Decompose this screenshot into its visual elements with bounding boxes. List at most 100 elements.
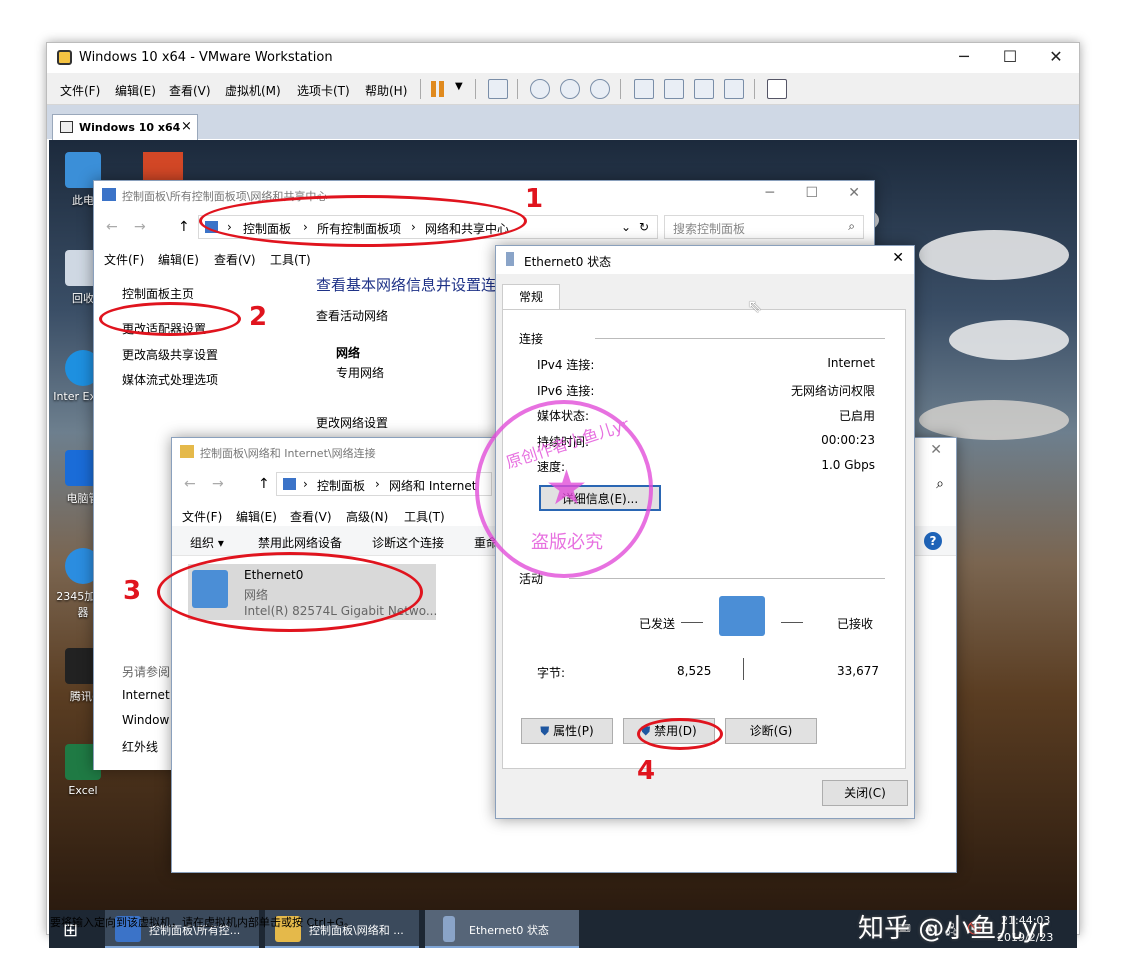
search-icon[interactable]: ⌕ bbox=[936, 476, 944, 492]
star-icon: ★ bbox=[545, 460, 589, 516]
close-icon[interactable]: ✕ bbox=[892, 250, 904, 266]
snapshot-manager-icon[interactable] bbox=[590, 79, 610, 99]
toolbar-separator bbox=[475, 79, 476, 99]
change-settings-label: 更改网络设置 bbox=[316, 416, 389, 430]
menu-help[interactable]: 帮助(H) bbox=[365, 82, 407, 99]
status-row-value: 1.0 Gbps bbox=[821, 458, 875, 472]
close-button[interactable]: 关闭(C) bbox=[822, 780, 908, 806]
close-icon[interactable]: ✕ bbox=[848, 185, 860, 201]
menu-view[interactable]: 查看(V) bbox=[169, 82, 211, 99]
search-placeholder: 搜索控制面板 bbox=[673, 222, 746, 236]
sent-label: 已发送 bbox=[639, 617, 676, 631]
up-icon[interactable]: ↑ bbox=[178, 219, 190, 235]
breadcrumb-network-internet[interactable]: 网络和 Internet bbox=[389, 477, 476, 494]
status-row-value: 已启用 bbox=[838, 409, 875, 423]
organize-button[interactable]: 组织 ▾ bbox=[190, 534, 224, 551]
chevron-down-icon[interactable]: ⌄ bbox=[621, 220, 631, 234]
vm-icon bbox=[60, 121, 73, 133]
close-icon[interactable]: ✕ bbox=[1033, 43, 1079, 73]
diagnose-button[interactable]: 诊断这个连接 bbox=[372, 534, 444, 551]
sidebar-item-advanced-sharing[interactable]: 更改高级共享设置 bbox=[122, 346, 218, 363]
annotation-number-3: 3 bbox=[123, 576, 142, 606]
console-view-icon[interactable] bbox=[634, 79, 654, 99]
tab-close-icon[interactable]: × bbox=[181, 119, 192, 134]
forward-icon[interactable]: → bbox=[212, 476, 224, 492]
see-also-infrared[interactable]: 红外线 bbox=[122, 738, 158, 755]
divider bbox=[569, 578, 885, 579]
cp-menu-view[interactable]: 查看(V) bbox=[214, 251, 256, 268]
zhihu-watermark: 知乎 @小鱼儿yr bbox=[858, 914, 1049, 944]
menu-edit[interactable]: 编辑(E) bbox=[115, 82, 156, 99]
revert-snapshot-icon[interactable] bbox=[560, 79, 580, 99]
unity-icon[interactable] bbox=[724, 79, 744, 99]
nc-menu-view[interactable]: 查看(V) bbox=[290, 508, 332, 525]
sidebar-item-home[interactable]: 控制面板主页 bbox=[122, 285, 194, 302]
snapshot-icon[interactable] bbox=[530, 79, 550, 99]
active-networks-label: 查看活动网络 bbox=[316, 309, 389, 323]
close-icon[interactable]: ✕ bbox=[930, 442, 942, 458]
back-icon[interactable]: ← bbox=[106, 219, 118, 235]
control-panel-icon bbox=[283, 478, 296, 490]
thumbnail-view-icon[interactable] bbox=[664, 79, 684, 99]
nc-menu-tools[interactable]: 工具(T) bbox=[404, 508, 445, 525]
status-row-label: IPv4 连接: bbox=[537, 358, 595, 372]
library-icon[interactable] bbox=[767, 79, 787, 99]
network-type: 专用网络 bbox=[336, 366, 385, 380]
divider bbox=[595, 338, 885, 339]
disable-device-button[interactable]: 禁用此网络设备 bbox=[258, 534, 342, 551]
vmware-window: Windows 10 x64 - VMware Workstation ─ ☐ … bbox=[46, 42, 1080, 948]
vmware-tab-bar: Windows 10 x64 × bbox=[47, 105, 1079, 140]
nc-menu-edit[interactable]: 编辑(E) bbox=[236, 508, 277, 525]
properties-button[interactable]: ⛊ 属性(P) bbox=[521, 718, 613, 744]
forward-icon[interactable]: → bbox=[134, 219, 146, 235]
cp-search-input[interactable]: 搜索控制面板 ⌕ bbox=[664, 215, 864, 239]
bytes-received: 33,677 bbox=[837, 664, 879, 678]
diagnose-button[interactable]: 诊断(G) bbox=[725, 718, 817, 744]
minimize-icon[interactable]: ─ bbox=[766, 185, 774, 201]
cp-menu-edit[interactable]: 编辑(E) bbox=[158, 251, 199, 268]
minimize-icon[interactable]: ─ bbox=[941, 43, 987, 73]
received-label: 已接收 bbox=[837, 617, 874, 631]
vmware-menubar: 文件(F) 编辑(E) 查看(V) 虚拟机(M) 选项卡(T) 帮助(H) ▼ bbox=[47, 73, 1079, 105]
menu-vm[interactable]: 虚拟机(M) bbox=[225, 82, 281, 99]
tab-general[interactable]: 常规 bbox=[502, 284, 560, 310]
bytes-divider bbox=[743, 658, 744, 680]
folder-icon bbox=[180, 445, 194, 458]
tab-label: Windows 10 x64 bbox=[79, 121, 181, 134]
maximize-icon[interactable]: ☐ bbox=[987, 43, 1033, 73]
ethernet-icon bbox=[506, 252, 514, 266]
annotation-number-4: 4 bbox=[637, 756, 656, 786]
send-ctrl-alt-del-icon[interactable] bbox=[488, 79, 508, 99]
fullscreen-icon[interactable] bbox=[694, 79, 714, 99]
breadcrumb-control-panel[interactable]: 控制面板 bbox=[317, 477, 365, 494]
help-icon[interactable]: ? bbox=[924, 532, 942, 550]
up-icon[interactable]: ↑ bbox=[258, 476, 270, 492]
tab-windows10[interactable]: Windows 10 x64 × bbox=[52, 114, 198, 140]
netconn-address-bar[interactable]: › 控制面板 › 网络和 Internet bbox=[276, 472, 492, 496]
cp-menu-tools[interactable]: 工具(T) bbox=[270, 251, 311, 268]
search-icon[interactable]: ⌕ bbox=[848, 219, 855, 234]
status-row-value: Internet bbox=[827, 356, 875, 370]
menu-tabs[interactable]: 选项卡(T) bbox=[297, 82, 350, 99]
toolbar-separator bbox=[517, 79, 518, 99]
menu-file[interactable]: 文件(F) bbox=[60, 82, 100, 99]
back-icon[interactable]: ← bbox=[184, 476, 196, 492]
cloud bbox=[949, 320, 1069, 360]
pause-icon-bar bbox=[439, 81, 444, 97]
cloud bbox=[919, 400, 1069, 440]
maximize-icon[interactable]: ☐ bbox=[805, 185, 818, 201]
guest-desktop[interactable]: 此电 回收 Inter Explo 电脑管 2345加 览器 腾讯( Excel… bbox=[49, 140, 1077, 910]
cp-menu-file[interactable]: 文件(F) bbox=[104, 251, 144, 268]
annotation-number-1: 1 bbox=[525, 184, 544, 214]
nc-menu-advanced[interactable]: 高级(N) bbox=[346, 508, 388, 525]
refresh-icon[interactable]: ↻ bbox=[639, 220, 649, 234]
annotation-ellipse-4 bbox=[637, 718, 723, 750]
network-activity-icon bbox=[719, 596, 765, 636]
sidebar-item-media-streaming[interactable]: 媒体流式处理选项 bbox=[122, 371, 218, 388]
nc-menu-file[interactable]: 文件(F) bbox=[182, 508, 222, 525]
chevron-down-icon[interactable]: ▼ bbox=[455, 81, 463, 92]
pause-icon[interactable] bbox=[431, 81, 436, 97]
see-also-windows[interactable]: Window bbox=[122, 713, 169, 727]
status-row-label: IPv6 连接: bbox=[537, 383, 595, 398]
see-also-internet[interactable]: Internet bbox=[122, 688, 170, 702]
